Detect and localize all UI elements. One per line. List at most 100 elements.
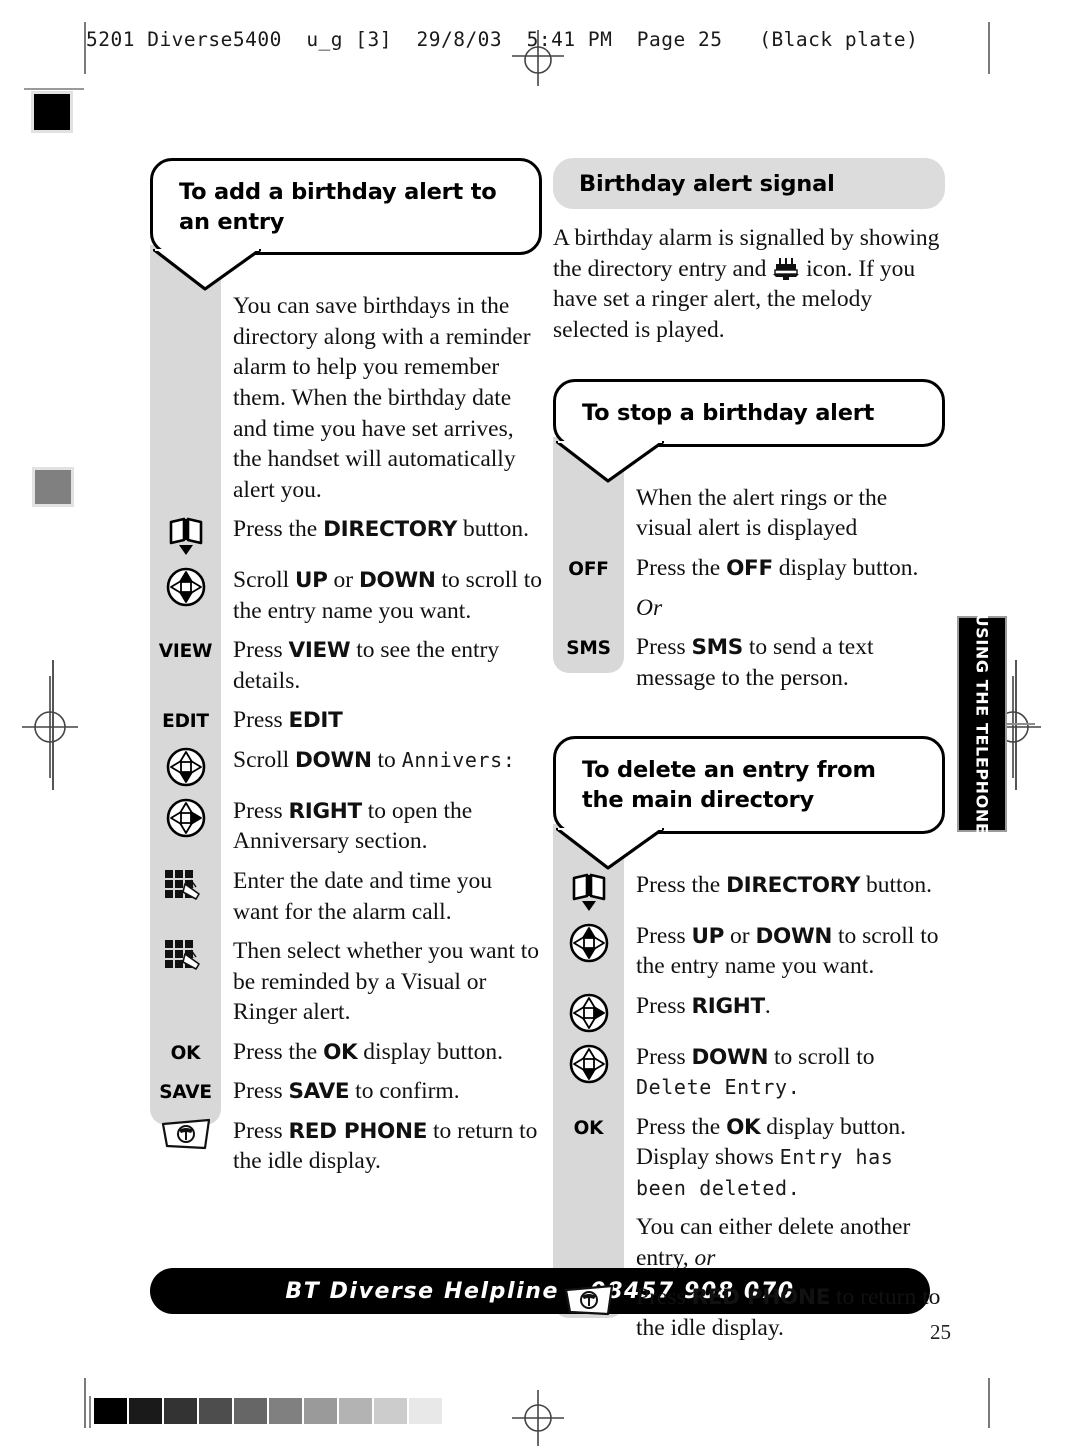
instruction-text: Scroll DOWN to Annivers: [233, 746, 516, 773]
instruction-row: SMS Press SMS to send a text message to t… [553, 632, 945, 693]
instruction-cue [553, 593, 624, 595]
heading-text: To delete an entry from the main directo… [582, 757, 876, 813]
directory-icon [169, 517, 202, 556]
instruction-row: Press UP or DOWN to scroll to the entry … [553, 921, 945, 982]
instruction-row: When the alert rings or the visual alert… [553, 483, 945, 544]
side-tab-stub [1007, 723, 1035, 725]
softkey-label-edit: EDIT [162, 711, 209, 733]
registration-mark-bottom [512, 1390, 564, 1446]
instruction-row: Press RIGHT to open the Anniversary sect… [150, 796, 542, 857]
instruction-text: Press the OK display button. [233, 1038, 503, 1065]
instruction-cue: OK [553, 1112, 624, 1139]
directory-icon [572, 873, 605, 911]
instruction-text: Then select whether you want to be remin… [233, 938, 540, 1026]
instruction-text: Press SMS to send a text message to the … [636, 634, 874, 691]
instruction-text: Press UP or DOWN to scroll to the entry … [636, 922, 939, 980]
instruction-text: You can either delete another entry, or [636, 1214, 911, 1271]
red-phone-icon [564, 1285, 613, 1316]
keypad-icon [164, 940, 200, 970]
dpad-right-icon [166, 798, 205, 838]
instruction-text: Enter the date and time you want for the… [233, 868, 493, 925]
greyscale-swatch [339, 1398, 372, 1424]
instruction-row: Press RED PHONE to return to the idle di… [150, 1116, 542, 1177]
left-instruction-block: You can save birthdays in the directory … [150, 245, 542, 1177]
greyscale-swatch [199, 1398, 232, 1424]
instruction-cue: SMS [553, 632, 624, 659]
side-tab-label: USING THE TELEPHONE [972, 613, 992, 835]
softkey-label-ok: OK [170, 1042, 201, 1064]
instruction-cue: VIEW [150, 635, 221, 662]
heading-stop-birthday-alert: To stop a birthday alert [553, 379, 945, 483]
heading-delete-entry: To delete an entry from the main directo… [553, 736, 945, 870]
instruction-cue [150, 866, 221, 902]
greyscale-bar-rule [89, 1396, 91, 1428]
instruction-cue [150, 745, 221, 787]
left-steps-container: Press the DIRECTORY button. Scroll UP or … [150, 514, 542, 1177]
manual-page: To add a birthday alert to an entry You … [0, 0, 1080, 1456]
heading-text: To stop a birthday alert [582, 400, 875, 427]
instruction-text: Scroll UP or DOWN to scroll to the entry… [233, 567, 543, 624]
intro-paragraph-row: You can save birthdays in the directory … [150, 291, 542, 505]
instruction-text: Press the OK display button. Display sho… [636, 1113, 906, 1200]
instruction-row: Scroll UP or DOWN to scroll to the entry… [150, 565, 542, 626]
instruction-row: You can either delete another entry, or [553, 1212, 945, 1273]
softkey-label-ok: OK [573, 1117, 604, 1139]
instruction-row: OFF Press the OFF display button. [553, 553, 945, 584]
right-column: Birthday alert signal A birthday alarm i… [553, 158, 945, 1353]
dpad-right-icon [569, 993, 608, 1032]
instruction-cue: OK [150, 1037, 221, 1064]
instruction-cue [553, 921, 624, 963]
instruction-cue [150, 514, 221, 556]
instruction-row: Then select whether you want to be remin… [150, 936, 542, 1028]
instruction-row: VIEW Press VIEW to see the entry details. [150, 635, 542, 696]
section-side-tab: USING THE TELEPHONE [957, 613, 1007, 835]
heading-birthday-alert-signal: Birthday alert signal [553, 158, 945, 209]
delete-steps-container: Press the DIRECTORY button. Press UP or D… [553, 870, 945, 1344]
instruction-cue [150, 936, 221, 972]
instruction-text: Press RIGHT. [636, 992, 771, 1019]
instruction-text: Press RIGHT to open the Anniversary sect… [233, 797, 473, 855]
instruction-row: Enter the date and time you want for the… [150, 866, 542, 927]
greyscale-swatch [94, 1398, 127, 1424]
instruction-text: When the alert rings or the visual alert… [636, 484, 888, 542]
callout-tail [556, 440, 664, 483]
instruction-text: Press the DIRECTORY button. [636, 871, 932, 898]
red-phone-icon [161, 1118, 210, 1149]
greyscale-swatch [269, 1398, 302, 1424]
instruction-cue [150, 1116, 221, 1152]
instruction-row: Press RIGHT. [553, 991, 945, 1033]
instruction-row: OK Press the OK display button. [150, 1037, 542, 1068]
instruction-text: Press the DIRECTORY button. [233, 516, 529, 543]
instruction-cue [150, 565, 221, 607]
delete-instruction-block: Press the DIRECTORY button. Press UP or D… [553, 823, 945, 1344]
greyscale-swatch [129, 1398, 162, 1424]
greyscale-swatch [234, 1398, 267, 1424]
heading-text: To add a birthday alert to an entry [179, 179, 497, 235]
instruction-cue [553, 870, 624, 912]
instruction-row: EDIT Press EDIT [150, 705, 542, 736]
instruction-text: Press EDIT [233, 707, 343, 734]
instruction-text: Press DOWN to scroll to Delete Entry. [636, 1043, 875, 1100]
instruction-row: SAVE Press SAVE to confirm. [150, 1076, 542, 1107]
callout-tail [556, 827, 664, 870]
softkey-label-sms: SMS [566, 638, 611, 660]
callout-tail [153, 249, 261, 291]
instruction-cue [553, 1042, 624, 1084]
greyscale-swatch [374, 1398, 407, 1424]
greyscale-swatch [409, 1398, 442, 1424]
instruction-row: Or [553, 593, 945, 624]
instruction-cue [553, 991, 624, 1033]
instruction-row: Scroll DOWN to Annivers: [150, 745, 542, 787]
greyscale-swatch [304, 1398, 337, 1424]
instruction-text: Press the OFF display button. [636, 554, 919, 581]
softkey-label-save: SAVE [159, 1082, 212, 1104]
instruction-row: Press DOWN to scroll to Delete Entry. [553, 1042, 945, 1103]
birthday-cake-icon [773, 257, 800, 280]
softkey-label-view: VIEW [158, 641, 213, 663]
instruction-text: Press SAVE to confirm. [233, 1078, 460, 1105]
footer-rule-right [988, 1378, 990, 1428]
instruction-cue: EDIT [150, 705, 221, 732]
left-column: To add a birthday alert to an entry You … [150, 158, 542, 1186]
stop-steps-container: When the alert rings or the visual alert… [553, 483, 945, 693]
dpad-down-icon [569, 1044, 608, 1083]
